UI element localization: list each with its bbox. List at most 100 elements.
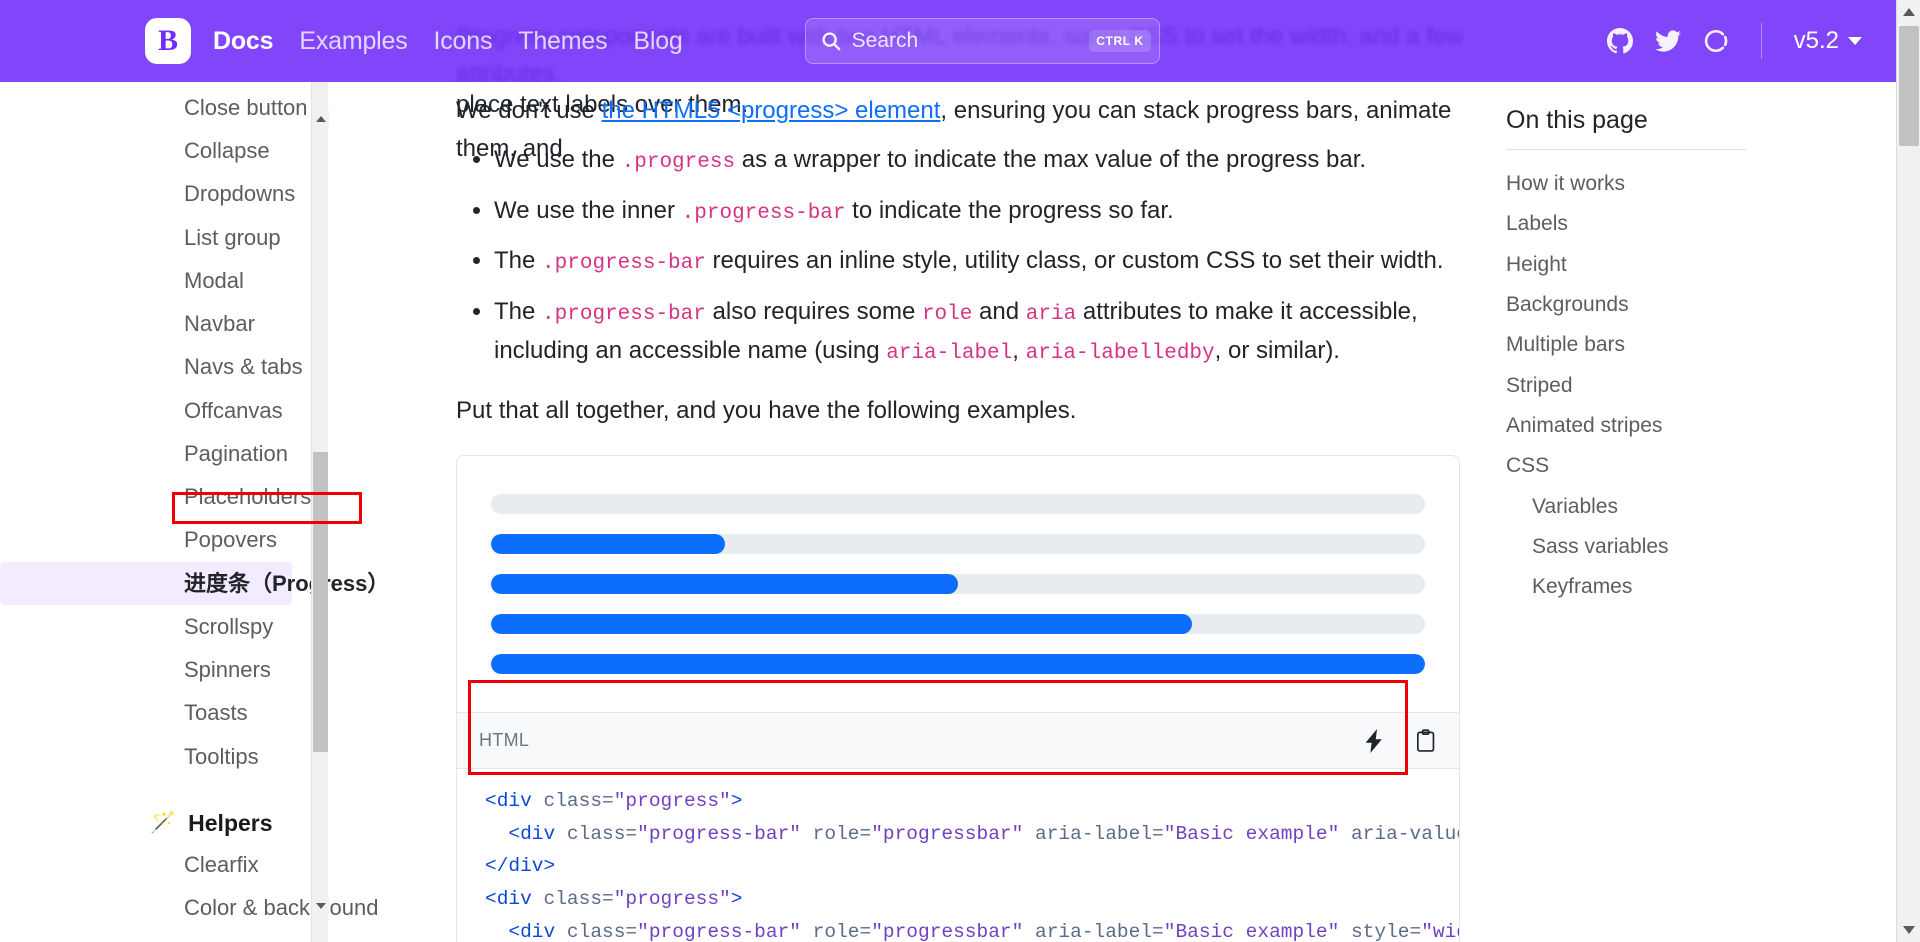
clipboard-icon[interactable]: [1415, 729, 1437, 753]
toc-link-labels[interactable]: Labels: [1506, 204, 1860, 244]
bullet-1-mid: to indicate the progress so far.: [846, 197, 1174, 224]
sidebar-item-dropdowns[interactable]: Dropdowns: [0, 172, 400, 215]
sidebar-item-colored-links[interactable]: Colored links: [0, 929, 400, 942]
put-together-paragraph: Put that all together, and you have the …: [456, 392, 1460, 429]
search-input[interactable]: Search CTRL K: [805, 18, 1160, 64]
bullet-3-code-3: aria: [1026, 303, 1076, 326]
search-placeholder: Search: [852, 29, 1090, 53]
bullet-1-pre: We use the inner: [494, 197, 682, 224]
navbar-right-group: v5.2: [1607, 23, 1896, 59]
sidebar-item-list-group[interactable]: List group: [0, 216, 400, 259]
lightning-icon[interactable]: [1363, 729, 1385, 753]
sidebar-component-list: Close button Collapse Dropdowns List gro…: [0, 82, 400, 942]
sidebar-item-spinners[interactable]: Spinners: [0, 648, 400, 691]
sidebar-section-helpers[interactable]: 🪄 Helpers: [0, 804, 400, 843]
list-item: The .progress-bar requires an inline sty…: [494, 242, 1460, 281]
code-line: <div class="progress"> <div class="progr…: [485, 790, 1460, 942]
sidebar-item-pagination[interactable]: Pagination: [0, 432, 400, 475]
bullet-2-pre: The: [494, 247, 542, 274]
nav-link-blog[interactable]: Blog: [633, 27, 682, 56]
bootstrap-logo-icon[interactable]: B: [145, 18, 191, 64]
toc-link-how-it-works[interactable]: How it works: [1506, 164, 1860, 204]
toc-title: On this page: [1506, 106, 1860, 135]
sidebar-item-scrollspy[interactable]: Scrollspy: [0, 605, 400, 648]
toc-link-height[interactable]: Height: [1506, 245, 1860, 285]
code-block-actions: [1363, 729, 1437, 753]
list-item: The .progress-bar also requires some rol…: [494, 293, 1460, 370]
sidebar-scroll-down-button[interactable]: [312, 897, 329, 914]
sidebar-item-tooltips[interactable]: Tooltips: [0, 735, 400, 778]
sidebar-item-color-background[interactable]: Color & background: [0, 886, 400, 929]
sidebar-item-toasts[interactable]: Toasts: [0, 691, 400, 734]
page-scrollbar[interactable]: [1896, 0, 1920, 942]
magic-wand-icon: 🪄: [150, 811, 176, 835]
nav-link-themes[interactable]: Themes: [518, 27, 607, 56]
nav-link-docs[interactable]: Docs: [213, 27, 273, 56]
code-block-header: HTML: [456, 713, 1460, 769]
toc-link-variables[interactable]: Variables: [1506, 487, 1860, 527]
page-scroll-up-button[interactable]: [1897, 0, 1920, 24]
bullet-3-mid-2: and: [972, 298, 1025, 325]
progress-track-100: [491, 654, 1425, 674]
page-scroll-down-button[interactable]: [1897, 918, 1920, 942]
ghost-line-2: We don't use the HTML5 <progress> elemen…: [456, 92, 1476, 166]
sidebar-scroll-thumb[interactable]: [313, 452, 328, 752]
sidebar-item-clearfix[interactable]: Clearfix: [0, 843, 400, 886]
progress-example-box: [456, 455, 1460, 713]
page-root: Progress components are built with two H…: [0, 0, 1920, 942]
toc-link-backgrounds[interactable]: Backgrounds: [1506, 285, 1860, 325]
toc-link-animated-stripes[interactable]: Animated stripes: [1506, 406, 1860, 446]
toc-link-keyframes[interactable]: Keyframes: [1506, 567, 1860, 607]
triangle-down-icon: [1903, 926, 1915, 934]
nav-link-icons[interactable]: Icons: [434, 27, 493, 56]
sidebar-item-navbar[interactable]: Navbar: [0, 302, 400, 345]
nav-link-examples[interactable]: Examples: [299, 27, 407, 56]
progress-track-50: [491, 574, 1425, 594]
search-shortcut-badge: CTRL K: [1089, 30, 1150, 52]
progress-track-75: [491, 614, 1425, 634]
sidebar-item-placeholders[interactable]: Placeholders: [0, 475, 400, 518]
progress-bar-75: [491, 614, 1192, 634]
toc-link-multiple-bars[interactable]: Multiple bars: [1506, 325, 1860, 365]
toc-link-striped[interactable]: Striped: [1506, 366, 1860, 406]
search-icon: [820, 30, 842, 52]
progress-bar-100: [491, 654, 1425, 674]
opencollective-icon[interactable]: [1703, 28, 1729, 54]
sidebar-item-collapse[interactable]: Collapse: [0, 129, 400, 172]
progress-bar-25: [491, 534, 725, 554]
bullet-2-mid: requires an inline style, utility class,…: [706, 247, 1444, 274]
toc-link-sass-variables[interactable]: Sass variables: [1506, 527, 1860, 567]
bullet-3-mid-4: ,: [1012, 337, 1025, 364]
sidebar-item-modal[interactable]: Modal: [0, 259, 400, 302]
toc-link-css[interactable]: CSS: [1506, 446, 1860, 486]
ghost-line-2-pre: We don't use: [456, 97, 602, 124]
main-content: place text labels over them. We use the …: [400, 82, 1490, 942]
html5-progress-link[interactable]: the HTML5 <progress> element: [602, 97, 941, 124]
chevron-down-icon: [1848, 37, 1862, 45]
sidebar-item-offcanvas[interactable]: Offcanvas: [0, 389, 400, 432]
bullet-2-code: .progress-bar: [542, 252, 706, 275]
triangle-up-icon: [1903, 8, 1915, 16]
code-snippet: <div class="progress"> <div class="progr…: [457, 785, 1459, 942]
version-dropdown[interactable]: v5.2: [1794, 27, 1872, 55]
on-this-page-toc: On this page How it works Labels Height …: [1490, 82, 1860, 942]
navbar-divider: [1761, 23, 1762, 59]
code-block-body[interactable]: <div class="progress"> <div class="progr…: [456, 769, 1460, 942]
sidebar-scrollbar[interactable]: [311, 82, 328, 942]
page-scroll-thumb[interactable]: [1899, 26, 1919, 146]
sidebar-scroll-up-button[interactable]: [312, 110, 329, 127]
triangle-up-icon: [316, 116, 326, 122]
bullet-3-pre: The: [494, 298, 542, 325]
sidebar-item-popovers[interactable]: Popovers: [0, 518, 400, 561]
list-item: We use the inner .progress-bar to indica…: [494, 192, 1460, 231]
bullet-3-code-2: role: [922, 303, 972, 326]
bullet-3-code-4: aria-label: [886, 342, 1012, 365]
bullet-3-mid-1: also requires some: [706, 298, 922, 325]
twitter-icon[interactable]: [1655, 28, 1681, 54]
sidebar-item-progress[interactable]: 进度条（Progress）: [0, 562, 292, 605]
github-icon[interactable]: [1607, 28, 1633, 54]
progress-bar-50: [491, 574, 958, 594]
sidebar-item-navs-tabs[interactable]: Navs & tabs: [0, 345, 400, 388]
sidebar-item-close-button[interactable]: Close button: [0, 86, 400, 129]
progress-track-0: [491, 494, 1425, 514]
